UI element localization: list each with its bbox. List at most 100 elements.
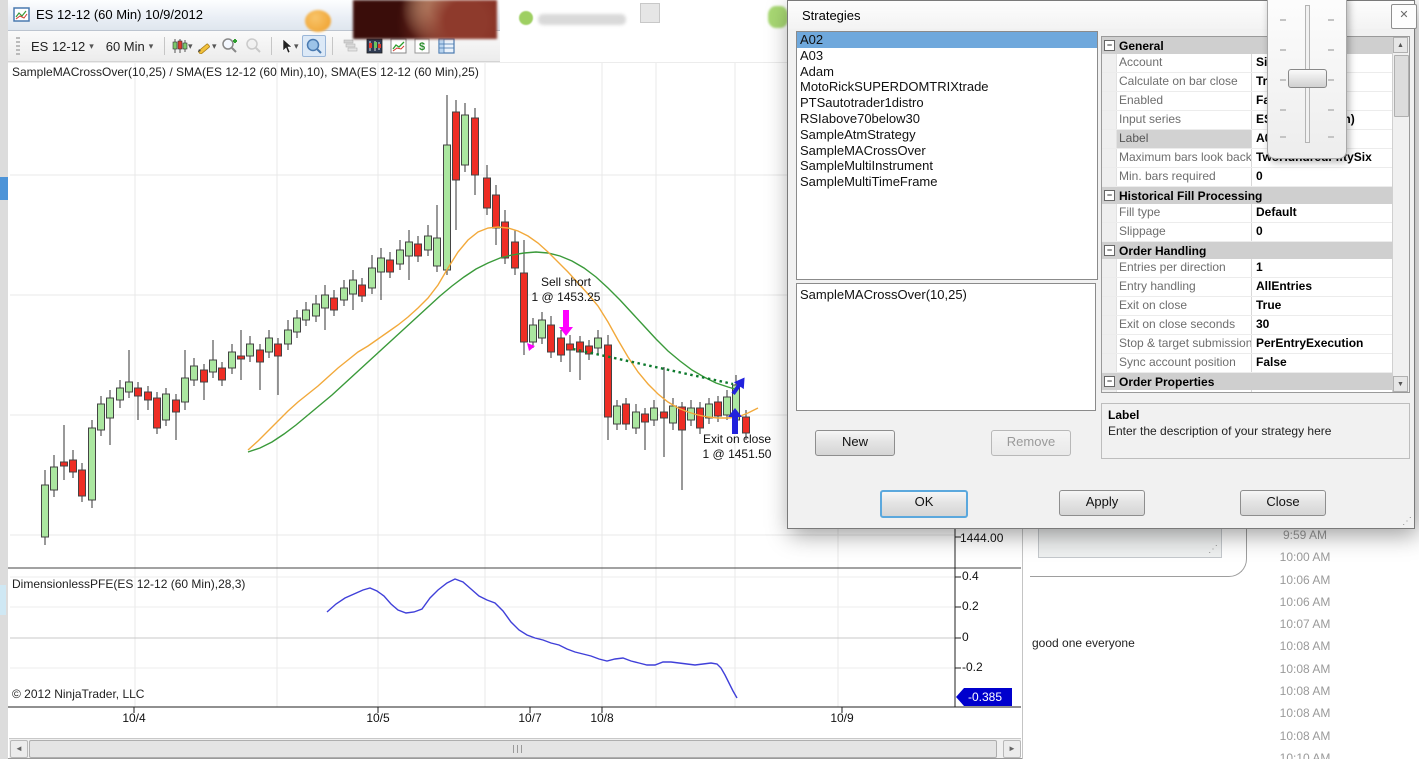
- property-label: Entries per direction: [1117, 259, 1252, 277]
- property-row[interactable]: Entries per direction 1: [1102, 259, 1394, 278]
- indicator-tick-label: 0.2: [962, 599, 979, 613]
- property-group-header[interactable]: − Historical Fill Processing: [1102, 187, 1394, 204]
- candle-body: [443, 144, 451, 271]
- property-row[interactable]: Min. bars required 0: [1102, 168, 1394, 187]
- dialog-resize-grip[interactable]: ⋰: [1402, 516, 1412, 527]
- row-gutter: [1102, 335, 1117, 353]
- row-gutter: [1102, 297, 1117, 315]
- property-row[interactable]: LabelA02: [1102, 130, 1394, 149]
- property-label: Set order quantity: [1117, 390, 1252, 392]
- candle-body: [660, 411, 668, 419]
- strategy-list-item[interactable]: A03: [797, 48, 1097, 64]
- strategy-list-item[interactable]: SampleMultiInstrument: [797, 158, 1097, 174]
- apply-button[interactable]: Apply: [1059, 490, 1145, 516]
- property-row[interactable]: Set order quantityby strategy: [1102, 390, 1394, 392]
- candle-body: [41, 484, 49, 538]
- strategy-list-item[interactable]: PTSautotrader1distro: [797, 95, 1097, 111]
- scroll-right-button[interactable]: ►: [1003, 740, 1021, 758]
- scrollbar-grip: [513, 745, 525, 753]
- candle-body: [256, 349, 264, 363]
- chat-timestamp: 10:06 AM: [1279, 594, 1331, 609]
- property-row[interactable]: Calculate on bar closeTrue: [1102, 73, 1394, 92]
- property-group-header[interactable]: − General: [1102, 37, 1394, 54]
- candle-body: [358, 284, 366, 297]
- property-value[interactable]: AllEntries: [1252, 278, 1394, 296]
- collapse-icon[interactable]: −: [1104, 40, 1115, 51]
- property-value[interactable]: by strategy: [1252, 390, 1394, 392]
- property-value[interactable]: True: [1252, 297, 1394, 315]
- row-gutter: [1102, 111, 1117, 129]
- chat-input-field[interactable]: ⋰: [1038, 528, 1222, 558]
- scroll-up-button[interactable]: ▲: [1393, 37, 1408, 53]
- property-row[interactable]: EnabledFalse: [1102, 92, 1394, 111]
- property-grid-scrollbar[interactable]: ▲ ▼: [1392, 37, 1409, 392]
- property-row[interactable]: Exit on close True: [1102, 297, 1394, 316]
- property-grid: −GeneralAccountSim101Calculate on bar cl…: [1101, 36, 1410, 393]
- property-label: Entry handling: [1117, 278, 1252, 296]
- candle-body: [414, 243, 422, 257]
- property-group-header[interactable]: − Order Properties: [1102, 373, 1394, 390]
- property-value[interactable]: Default: [1252, 204, 1394, 222]
- strategy-list-item[interactable]: Adam: [797, 64, 1097, 80]
- property-row[interactable]: Maximum bars look backTwoHundredFiftySix: [1102, 149, 1394, 168]
- candle-body: [116, 387, 124, 401]
- sell-arrow-shaft: [563, 310, 569, 327]
- property-row[interactable]: Input seriesES 12-12 (60 Min): [1102, 111, 1394, 130]
- collapse-icon[interactable]: −: [1104, 376, 1115, 387]
- row-gutter: [1102, 168, 1117, 186]
- date-tick-label: 10/7: [518, 711, 542, 725]
- strategy-list-item[interactable]: RSIabove70below30: [797, 111, 1097, 127]
- scrollbar-thumb[interactable]: [29, 740, 997, 758]
- help-title: Label: [1108, 408, 1140, 422]
- property-value[interactable]: 1: [1252, 259, 1394, 277]
- candle-body: [377, 257, 385, 273]
- new-button[interactable]: New: [815, 430, 895, 456]
- property-row[interactable]: Fill type Default: [1102, 204, 1394, 223]
- row-gutter: [1102, 390, 1117, 392]
- background-green-fragment: [768, 6, 788, 28]
- strategy-list-item[interactable]: SampleMACrossOver: [797, 143, 1097, 159]
- strategy-list-item[interactable]: A02: [797, 32, 1097, 48]
- collapse-icon[interactable]: −: [1104, 245, 1115, 256]
- candle-body: [97, 403, 105, 431]
- date-tick-label: 10/4: [122, 711, 146, 725]
- candle-body: [405, 241, 413, 257]
- property-row[interactable]: Entry handling AllEntries: [1102, 278, 1394, 297]
- property-label: Exit on close seconds: [1117, 316, 1252, 334]
- scroll-left-button[interactable]: ◄: [10, 740, 28, 758]
- strategy-list-item[interactable]: MotoRickSUPERDOMTRIXtrade: [797, 79, 1097, 95]
- scroll-down-button[interactable]: ▼: [1393, 376, 1408, 392]
- slider-handle[interactable]: [1288, 69, 1327, 88]
- property-row[interactable]: Slippage 0: [1102, 223, 1394, 242]
- collapse-icon[interactable]: −: [1104, 190, 1115, 201]
- row-gutter: [1102, 316, 1117, 334]
- close-button[interactable]: Close: [1240, 490, 1326, 516]
- trade-line: [572, 347, 734, 386]
- row-gutter: [1102, 73, 1117, 91]
- candle-body: [78, 469, 86, 497]
- property-value[interactable]: False: [1252, 354, 1394, 372]
- remove-button[interactable]: Remove: [991, 430, 1071, 456]
- resize-grip-icon[interactable]: ⋰: [1208, 544, 1218, 555]
- scrollbar-thumb[interactable]: [1394, 55, 1409, 117]
- candle-body: [172, 399, 180, 413]
- candle-body: [321, 294, 329, 309]
- property-row[interactable]: Exit on close seconds 30: [1102, 316, 1394, 335]
- property-value[interactable]: 0: [1252, 223, 1394, 241]
- property-row[interactable]: Sync account position False: [1102, 354, 1394, 373]
- strategy-list-item[interactable]: SampleMultiTimeFrame: [797, 174, 1097, 190]
- background-icon-fragment: [640, 3, 660, 23]
- strategy-list-item[interactable]: SampleAtmStrategy: [797, 127, 1097, 143]
- ok-button[interactable]: OK: [880, 490, 968, 518]
- strategy-list[interactable]: A02 A03 Adam MotoRickSUPERDOMTRIXtrade PTSau…: [796, 31, 1098, 280]
- property-value[interactable]: 30: [1252, 316, 1394, 334]
- candle-body: [340, 287, 348, 301]
- property-row[interactable]: AccountSim101: [1102, 54, 1394, 73]
- property-value[interactable]: PerEntryExecution: [1252, 335, 1394, 353]
- date-tick-label: 10/5: [366, 711, 390, 725]
- dialog-close-button[interactable]: ✕: [1391, 4, 1417, 29]
- property-row[interactable]: Stop & target submission PerEntryExecutio…: [1102, 335, 1394, 354]
- property-value[interactable]: 0: [1252, 168, 1394, 186]
- property-group-header[interactable]: − Order Handling: [1102, 242, 1394, 259]
- chart-hscrollbar[interactable]: ◄ ►: [9, 738, 1021, 758]
